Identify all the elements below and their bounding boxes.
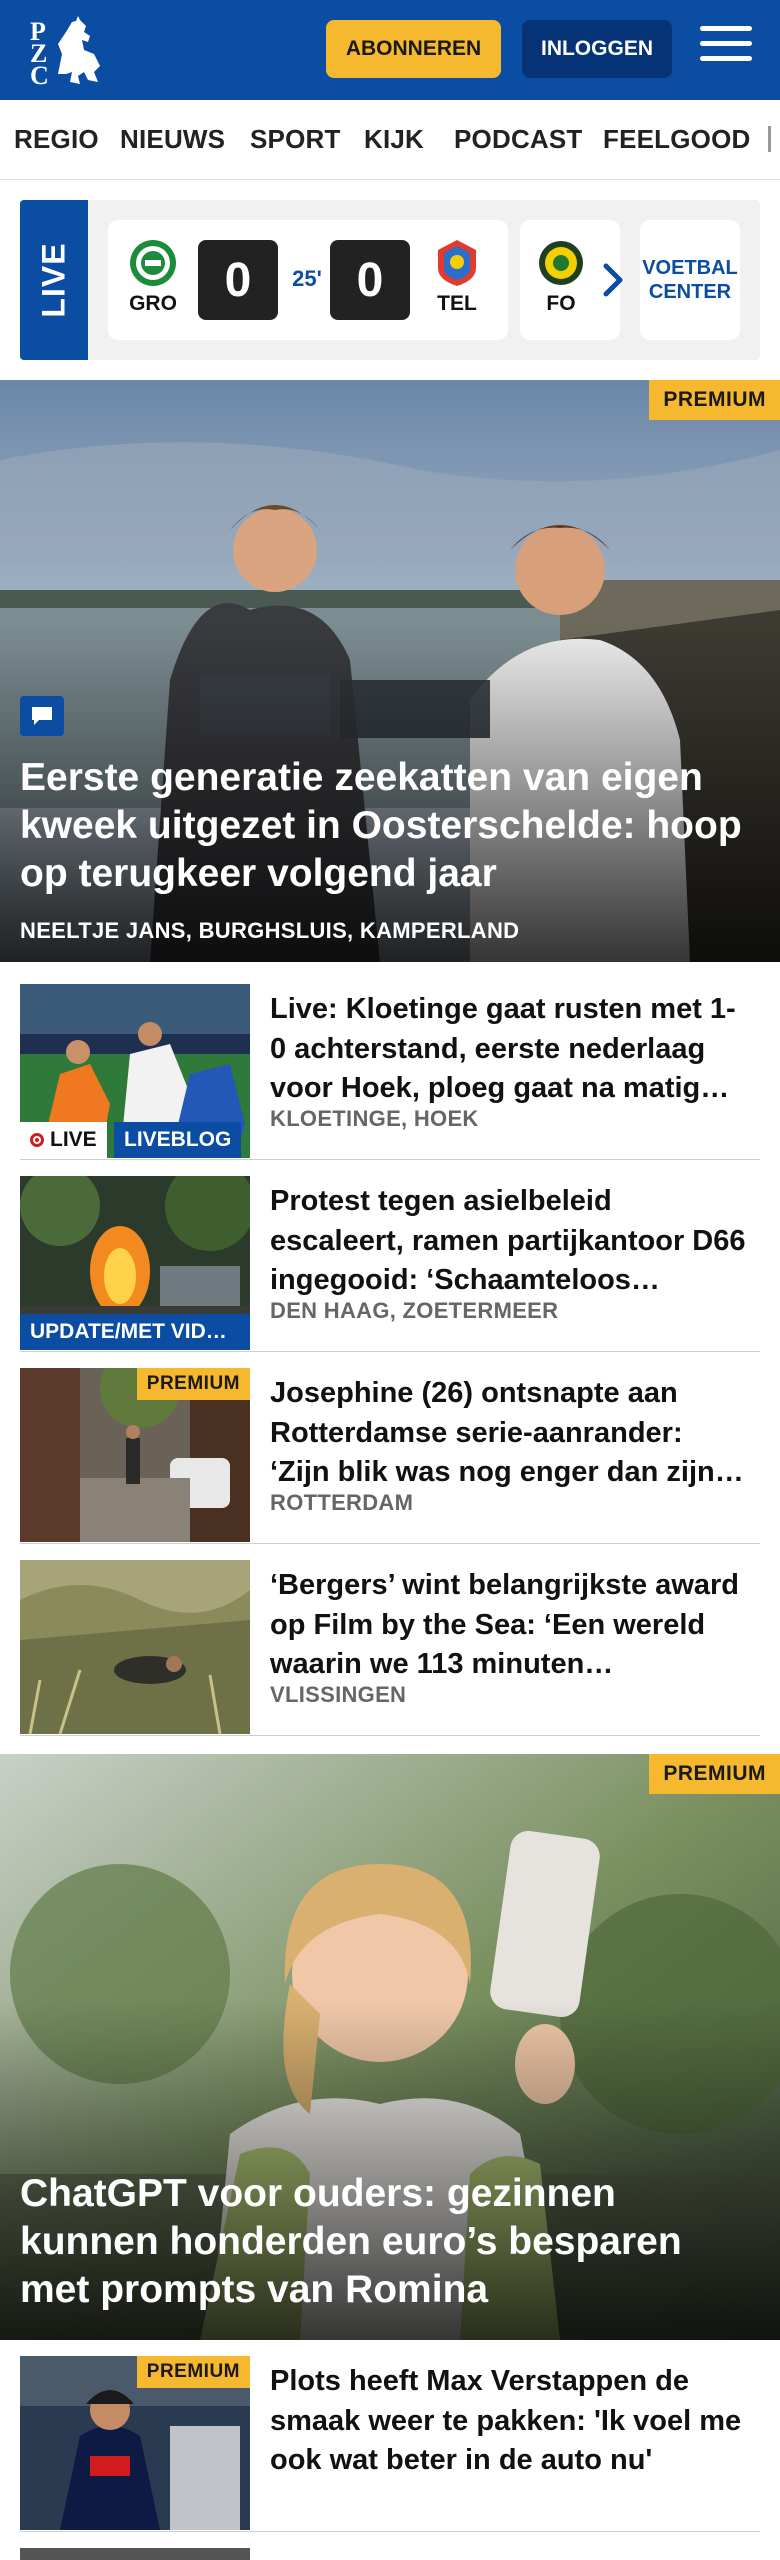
nav-item-kijk[interactable]: KIJK bbox=[364, 124, 424, 155]
hero-title[interactable]: Eerste generatie zeekatten van eigen kwe… bbox=[20, 754, 760, 898]
article-thumbnail: UPDATE/MET VID… bbox=[20, 1176, 250, 1350]
subscribe-button[interactable]: ABONNEREN bbox=[326, 20, 501, 78]
hero-location: NEELTJE JANS, BURGHSLUIS, KAMPERLAND bbox=[20, 918, 520, 943]
list-item[interactable]: UPDATE/MET VID… Protest tegen asielbelei… bbox=[20, 1176, 760, 1352]
article-thumbnail: LIVE LIVEBLOG bbox=[20, 984, 250, 1158]
home-score: 0 bbox=[198, 240, 278, 320]
hero-article[interactable]: PREMIUM ChatGPT voor ouders: gezinnen ku… bbox=[0, 1754, 780, 2340]
away-club: TEL bbox=[430, 238, 484, 316]
update-video-tag: UPDATE/MET VID… bbox=[20, 1314, 250, 1350]
telstar-crest-icon bbox=[438, 240, 476, 286]
chevron-right-icon[interactable] bbox=[588, 252, 638, 308]
home-club: GRO bbox=[126, 238, 180, 316]
voetbal-center-button[interactable]: VOETBAL CENTER bbox=[640, 220, 740, 340]
article-title[interactable]: Protest tegen asielbeleid escaleert, ram… bbox=[270, 1182, 750, 1302]
premium-badge: PREMIUM bbox=[649, 1754, 780, 1794]
article-location: VLISSINGEN bbox=[270, 1682, 407, 1707]
article-location: ROTTERDAM bbox=[270, 1490, 414, 1515]
hero-article[interactable]: PREMIUM Eerste generatie zeekatten van e… bbox=[0, 380, 780, 962]
article-title[interactable]: Live: Kloetinge gaat rusten met 1-0 acht… bbox=[270, 990, 750, 1110]
list-item[interactable]: PREMIUM Plots heeft Max Verstappen de sm… bbox=[20, 2356, 760, 2532]
nav-item-podcast[interactable]: PODCAST bbox=[454, 124, 583, 155]
live-tag: LIVE bbox=[20, 1122, 107, 1158]
club-crest-icon bbox=[539, 241, 583, 285]
section-nav: REGIO NIEUWS SPORT KIJK PODCAST FEELGOOD bbox=[0, 100, 780, 180]
pzc-logo[interactable]: P Z C bbox=[28, 14, 112, 90]
premium-badge: PREMIUM bbox=[649, 380, 780, 420]
article-title[interactable]: ‘Bergers’ wint belangrijkste award op Fi… bbox=[270, 1566, 750, 1686]
live-label: LIVE bbox=[20, 200, 88, 360]
nav-item-nieuws[interactable]: NIEUWS bbox=[120, 124, 225, 155]
list-item[interactable]: ‘Bergers’ wint belangrijkste award op Fi… bbox=[20, 1560, 760, 1736]
article-location: KLOETINGE, HOEK bbox=[270, 1106, 479, 1131]
live-score-strip: LIVE GRO 0 25' 0 TEL FO VOETBAL CENTER bbox=[20, 200, 760, 360]
nav-item-feelgood[interactable]: FEELGOOD bbox=[603, 124, 751, 155]
away-score: 0 bbox=[330, 240, 410, 320]
article-thumbnail: PREMIUM bbox=[20, 2356, 250, 2530]
premium-badge: PREMIUM bbox=[136, 1368, 250, 1400]
live-dot-icon bbox=[30, 1133, 44, 1147]
liveblog-tag: LIVEBLOG bbox=[114, 1122, 242, 1158]
nav-item-sport[interactable]: SPORT bbox=[250, 124, 341, 155]
article-title[interactable]: Josephine (26) ontsnapte aan Rotterdamse… bbox=[270, 1374, 750, 1494]
next-home-club: FO bbox=[534, 238, 588, 316]
hamburger-icon[interactable] bbox=[700, 26, 752, 72]
nav-item-regio[interactable]: REGIO bbox=[14, 124, 99, 155]
hero-title[interactable]: ChatGPT voor ouders: gezinnen kunnen hon… bbox=[20, 2170, 760, 2314]
site-header: P Z C ABONNEREN INLOGGEN bbox=[0, 0, 780, 100]
login-button[interactable]: INLOGGEN bbox=[522, 20, 672, 78]
svg-text:C: C bbox=[30, 61, 49, 86]
article-thumbnail bbox=[20, 2548, 250, 2560]
premium-badge: PREMIUM bbox=[136, 2356, 250, 2388]
list-item[interactable]: LIVE LIVEBLOG Live: Kloetinge gaat ruste… bbox=[20, 984, 760, 1160]
match-minute: 25' bbox=[292, 266, 322, 291]
article-thumbnail: PREMIUM bbox=[20, 1368, 250, 1542]
article-title[interactable]: Plots heeft Max Verstappen de smaak weer… bbox=[270, 2362, 750, 2482]
nav-overflow-hint bbox=[768, 126, 771, 152]
match-card[interactable]: GRO 0 25' 0 TEL bbox=[108, 220, 508, 340]
article-location: DEN HAAG, ZOETERMEER bbox=[270, 1298, 559, 1323]
comment-icon[interactable] bbox=[20, 696, 64, 736]
groningen-crest-icon bbox=[130, 240, 176, 286]
list-item[interactable]: PREMIUM Josephine (26) ontsnapte aan Rot… bbox=[20, 1368, 760, 1544]
article-thumbnail bbox=[20, 1560, 250, 1734]
